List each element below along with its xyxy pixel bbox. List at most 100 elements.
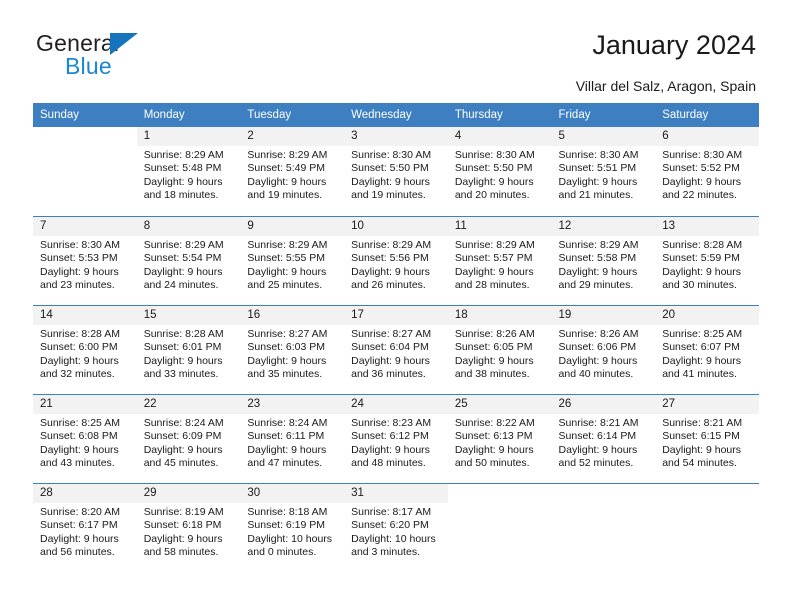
calendar-day-cell[interactable]: 28 Sunrise: 8:20 AM Sunset: 6:17 PM Dayligh…: [33, 483, 137, 572]
sunset-text: Sunset: 5:50 PM: [454, 162, 533, 175]
day-details: Sunrise: 8:26 AM Sunset: 6:06 PM Daylight:…: [552, 325, 656, 381]
daylight-text-line1: Daylight: 9 hours: [351, 175, 430, 188]
day-number: 1: [136, 127, 241, 146]
day-details: Sunrise: 8:30 AM Sunset: 5:50 PM Daylight:…: [448, 146, 552, 202]
daylight-text-line2: and 43 minutes.: [40, 456, 115, 469]
day-number: 15: [136, 306, 241, 325]
daylight-text-line1: Daylight: 9 hours: [558, 175, 638, 188]
weekday-header-tuesday: Tuesday: [240, 103, 345, 127]
sunrise-text: Sunrise: 8:29 AM: [143, 239, 224, 251]
calendar-day-cell[interactable]: 16 Sunrise: 8:27 AM Sunset: 6:03 PM Dayligh…: [240, 305, 345, 394]
day-details: Sunrise: 8:27 AM Sunset: 6:03 PM Daylight:…: [240, 325, 344, 381]
daylight-text-line1: Daylight: 10 hours: [247, 532, 333, 545]
calendar-day-cell[interactable]: 9 Sunrise: 8:29 AM Sunset: 5:55 PM Daylight…: [240, 216, 345, 305]
day-details: Sunrise: 8:29 AM Sunset: 5:55 PM Daylight:…: [240, 236, 344, 292]
day-cell-inner: 28 Sunrise: 8:20 AM Sunset: 6:17 PM Dayligh…: [33, 483, 137, 572]
calendar-day-cell[interactable]: [551, 483, 656, 572]
calendar-day-cell[interactable]: [655, 483, 759, 572]
day-number: 6: [655, 127, 759, 146]
day-cell-inner: 17 Sunrise: 8:27 AM Sunset: 6:04 PM Dayligh…: [344, 305, 448, 394]
daylight-text-line2: and 56 minutes.: [40, 545, 115, 558]
calendar-day-cell[interactable]: 2 Sunrise: 8:29 AM Sunset: 5:49 PM Daylight…: [240, 127, 345, 216]
calendar-day-cell[interactable]: 30 Sunrise: 8:18 AM Sunset: 6:19 PM Dayligh…: [240, 483, 345, 572]
daylight-text-line2: and 28 minutes.: [454, 278, 530, 291]
calendar-day-cell[interactable]: 21 Sunrise: 8:25 AM Sunset: 6:08 PM Dayligh…: [33, 394, 137, 483]
sunrise-text: Sunrise: 8:29 AM: [247, 239, 328, 251]
day-cell-inner: 16 Sunrise: 8:27 AM Sunset: 6:03 PM Dayligh…: [240, 305, 345, 394]
sunrise-text: Sunrise: 8:25 AM: [40, 417, 120, 429]
day-cell-inner: 18 Sunrise: 8:26 AM Sunset: 6:05 PM Dayligh…: [447, 305, 552, 394]
daylight-text-line2: and 47 minutes.: [247, 456, 323, 469]
logo-text-blue: Blue: [65, 53, 112, 79]
sunset-text: Sunset: 6:11 PM: [247, 430, 325, 443]
calendar-day-cell[interactable]: 13 Sunrise: 8:28 AM Sunset: 5:59 PM Dayligh…: [655, 216, 759, 305]
calendar-day-cell[interactable]: 15 Sunrise: 8:28 AM Sunset: 6:01 PM Dayligh…: [136, 305, 241, 394]
calendar-day-cell[interactable]: 12 Sunrise: 8:29 AM Sunset: 5:58 PM Dayligh…: [551, 216, 656, 305]
calendar-day-cell[interactable]: 27 Sunrise: 8:21 AM Sunset: 6:15 PM Dayligh…: [655, 394, 759, 483]
calendar-day-cell[interactable]: 8 Sunrise: 8:29 AM Sunset: 5:54 PM Daylight…: [136, 216, 241, 305]
calendar-page: General Blue January 2024 Villar del Sal…: [0, 0, 792, 612]
sunrise-text: Sunrise: 8:26 AM: [454, 328, 535, 340]
day-cell-inner: 11 Sunrise: 8:29 AM Sunset: 5:57 PM Dayligh…: [447, 216, 552, 305]
calendar-day-cell[interactable]: 11 Sunrise: 8:29 AM Sunset: 5:57 PM Dayligh…: [447, 216, 552, 305]
daylight-text-line1: Daylight: 9 hours: [247, 175, 327, 188]
daylight-text-line2: and 50 minutes.: [454, 456, 530, 469]
day-cell-inner: 1 Sunrise: 8:29 AM Sunset: 5:48 PM Daylight…: [136, 127, 241, 216]
sunset-text: Sunset: 6:05 PM: [454, 341, 533, 354]
sunset-text: Sunset: 6:08 PM: [40, 430, 118, 443]
calendar-day-cell[interactable]: 1 Sunrise: 8:29 AM Sunset: 5:48 PM Daylight…: [136, 127, 241, 216]
sunset-text: Sunset: 6:14 PM: [558, 430, 637, 443]
day-cell-inner: 27 Sunrise: 8:21 AM Sunset: 6:15 PM Dayligh…: [655, 394, 759, 483]
sunrise-text: Sunrise: 8:24 AM: [143, 417, 224, 429]
calendar-day-cell[interactable]: 25 Sunrise: 8:22 AM Sunset: 6:13 PM Dayligh…: [447, 394, 552, 483]
sunrise-text: Sunrise: 8:28 AM: [40, 328, 120, 340]
day-cell-inner: 22 Sunrise: 8:24 AM Sunset: 6:09 PM Dayligh…: [136, 394, 241, 483]
daylight-text-line2: and 32 minutes.: [40, 367, 115, 380]
calendar-day-cell[interactable]: 19 Sunrise: 8:26 AM Sunset: 6:06 PM Dayligh…: [551, 305, 656, 394]
day-number: 23: [240, 395, 345, 414]
sunrise-text: Sunrise: 8:30 AM: [558, 149, 639, 161]
sunset-text: Sunset: 5:51 PM: [558, 162, 637, 175]
sunset-text: Sunset: 5:58 PM: [558, 252, 637, 265]
calendar-day-cell[interactable]: 5 Sunrise: 8:30 AM Sunset: 5:51 PM Daylight…: [551, 127, 656, 216]
calendar-day-cell[interactable]: [447, 483, 552, 572]
day-details: Sunrise: 8:25 AM Sunset: 6:08 PM Daylight:…: [33, 414, 137, 470]
day-cell-inner: 29 Sunrise: 8:19 AM Sunset: 6:18 PM Dayligh…: [136, 483, 241, 572]
weekday-header-thursday: Thursday: [447, 103, 552, 127]
sunset-text: Sunset: 6:20 PM: [351, 519, 429, 532]
logo[interactable]: General Blue: [36, 30, 216, 86]
day-cell-inner: [447, 483, 552, 572]
day-cell-inner: [551, 483, 656, 572]
calendar-header-row: Sunday Monday Tuesday Wednesday Thursday…: [33, 103, 759, 127]
calendar-day-cell[interactable]: 24 Sunrise: 8:23 AM Sunset: 6:12 PM Dayligh…: [344, 394, 448, 483]
calendar-day-cell[interactable]: 20 Sunrise: 8:25 AM Sunset: 6:07 PM Dayligh…: [655, 305, 759, 394]
calendar-day-cell[interactable]: 4 Sunrise: 8:30 AM Sunset: 5:50 PM Daylight…: [447, 127, 552, 216]
calendar-day-cell[interactable]: 14 Sunrise: 8:28 AM Sunset: 6:00 PM Dayligh…: [33, 305, 137, 394]
daylight-text-line1: Daylight: 9 hours: [143, 354, 223, 367]
calendar-day-cell[interactable]: 7 Sunrise: 8:30 AM Sunset: 5:53 PM Daylight…: [33, 216, 137, 305]
sunrise-text: Sunrise: 8:29 AM: [558, 239, 639, 251]
daylight-text-line2: and 3 minutes.: [351, 545, 420, 558]
calendar-day-cell[interactable]: [33, 127, 137, 216]
calendar-day-cell[interactable]: 26 Sunrise: 8:21 AM Sunset: 6:14 PM Dayligh…: [551, 394, 656, 483]
calendar-day-cell[interactable]: 6 Sunrise: 8:30 AM Sunset: 5:52 PM Daylight…: [655, 127, 759, 216]
daylight-text-line1: Daylight: 9 hours: [662, 265, 742, 278]
daylight-text-line2: and 30 minutes.: [662, 278, 737, 291]
day-details: Sunrise: 8:30 AM Sunset: 5:50 PM Daylight:…: [344, 146, 448, 202]
calendar-day-cell[interactable]: 23 Sunrise: 8:24 AM Sunset: 6:11 PM Dayligh…: [240, 394, 345, 483]
weekday-header-saturday: Saturday: [655, 103, 759, 127]
calendar-day-cell[interactable]: 17 Sunrise: 8:27 AM Sunset: 6:04 PM Dayligh…: [344, 305, 448, 394]
day-details: Sunrise: 8:21 AM Sunset: 6:14 PM Daylight:…: [552, 414, 656, 470]
calendar-day-cell[interactable]: 10 Sunrise: 8:29 AM Sunset: 5:56 PM Dayligh…: [344, 216, 448, 305]
calendar-day-cell[interactable]: 29 Sunrise: 8:19 AM Sunset: 6:18 PM Dayligh…: [136, 483, 241, 572]
daylight-text-line1: Daylight: 9 hours: [143, 532, 223, 545]
day-number: 22: [136, 395, 241, 414]
calendar-day-cell[interactable]: 22 Sunrise: 8:24 AM Sunset: 6:09 PM Dayligh…: [136, 394, 241, 483]
daylight-text-line2: and 48 minutes.: [351, 456, 426, 469]
daylight-text-line1: Daylight: 9 hours: [454, 175, 534, 188]
calendar-day-cell[interactable]: 31 Sunrise: 8:17 AM Sunset: 6:20 PM Dayligh…: [344, 483, 448, 572]
sunset-text: Sunset: 6:13 PM: [454, 430, 533, 443]
calendar-day-cell[interactable]: 3 Sunrise: 8:30 AM Sunset: 5:50 PM Daylight…: [344, 127, 448, 216]
day-cell-inner: 5 Sunrise: 8:30 AM Sunset: 5:51 PM Daylight…: [551, 127, 656, 216]
calendar-day-cell[interactable]: 18 Sunrise: 8:26 AM Sunset: 6:05 PM Dayligh…: [447, 305, 552, 394]
